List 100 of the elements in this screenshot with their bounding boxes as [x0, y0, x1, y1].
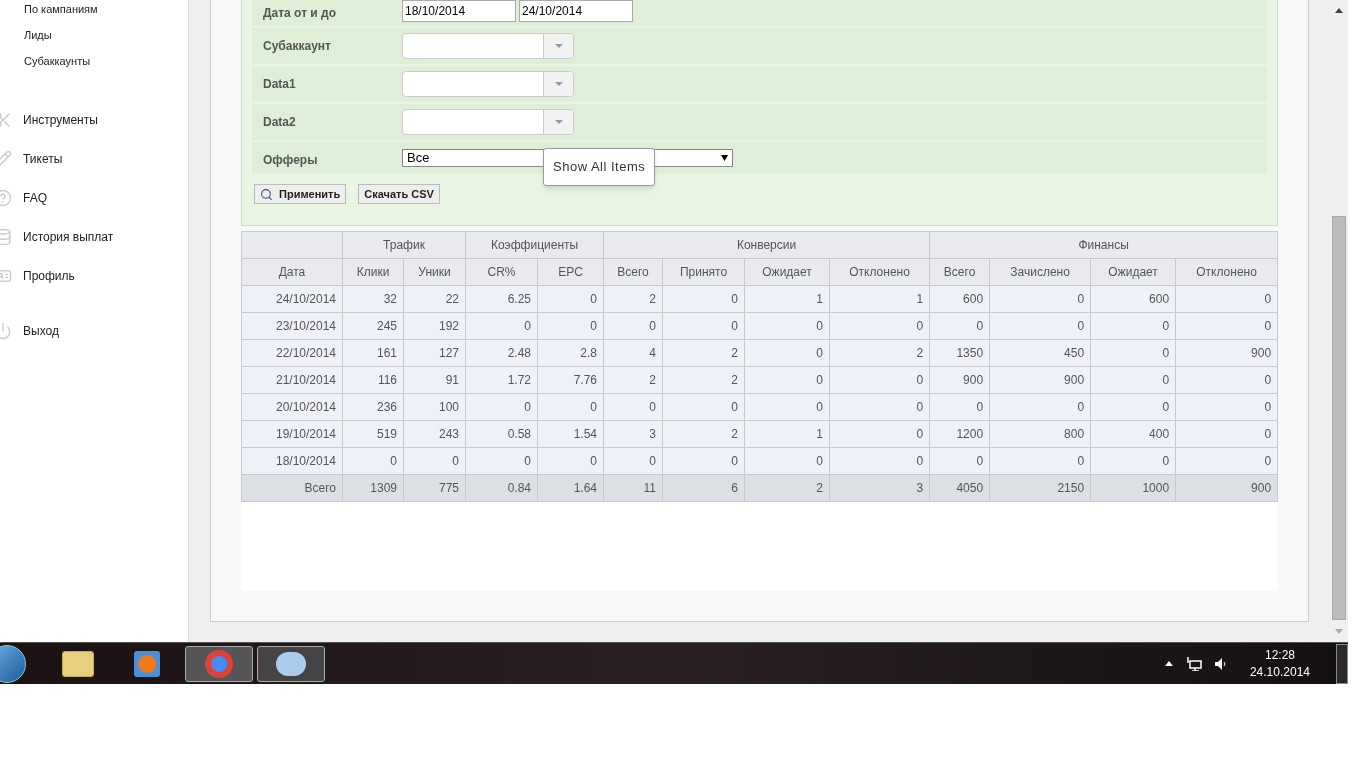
column-header: Дата — [241, 258, 343, 286]
table-cell: 22 — [403, 285, 466, 313]
table-cell: 800 — [989, 420, 1091, 448]
column-header: Отклонено — [1175, 258, 1278, 286]
table-cell: 0 — [989, 285, 1091, 313]
table-cell: 0 — [929, 393, 990, 421]
table-cell: 0 — [1090, 312, 1176, 340]
table-cell: 1 — [744, 420, 830, 448]
table-cell: 0.58 — [465, 420, 538, 448]
table-cell: 1200 — [929, 420, 990, 448]
table-cell: 0 — [537, 312, 604, 340]
total-cell: Всего — [241, 474, 343, 502]
column-header: EPC — [537, 258, 604, 286]
total-cell: 6 — [662, 474, 745, 502]
group-header: Финансы — [929, 231, 1278, 259]
table-cell: 0 — [744, 366, 830, 394]
table-cell: 24/10/2014 — [241, 285, 343, 313]
table-cell: 0 — [1175, 447, 1278, 475]
table-cell: 0 — [603, 393, 663, 421]
table-cell: 0 — [342, 447, 404, 475]
table-cell: 1 — [744, 285, 830, 313]
table-cell: 0 — [403, 447, 466, 475]
table-cell: 0 — [989, 447, 1091, 475]
table-cell: 0 — [537, 285, 604, 313]
table-cell: 1.54 — [537, 420, 604, 448]
table-cell: 236 — [342, 393, 404, 421]
total-cell: 1.64 — [537, 474, 604, 502]
table-cell: 0 — [1090, 339, 1176, 367]
total-cell: 0.84 — [465, 474, 538, 502]
table-cell: 243 — [403, 420, 466, 448]
table-cell: 600 — [929, 285, 990, 313]
table-cell: 0 — [1090, 366, 1176, 394]
table-cell: 600 — [1090, 285, 1176, 313]
table-cell: 0 — [829, 447, 930, 475]
total-cell: 2150 — [989, 474, 1091, 502]
filter-label: Субаккаунт — [262, 38, 332, 55]
table-cell: 116 — [342, 366, 404, 394]
table-cell: 1350 — [929, 339, 990, 367]
table-cell: 900 — [929, 366, 990, 394]
table-cell: 2 — [662, 339, 745, 367]
table-cell: 0 — [989, 312, 1091, 340]
table-cell: 0 — [537, 393, 604, 421]
table-cell: 192 — [403, 312, 466, 340]
total-cell: 900 — [1175, 474, 1278, 502]
table-cell: 0 — [744, 393, 830, 421]
table-cell: 900 — [989, 366, 1091, 394]
table-cell: 245 — [342, 312, 404, 340]
tooltip: Show All Items — [543, 148, 656, 186]
table-cell: 0 — [989, 393, 1091, 421]
table-cell: 1.72 — [465, 366, 538, 394]
table-cell: 0 — [1175, 393, 1278, 421]
filter-label: Data1 — [262, 76, 297, 93]
table-cell: 0 — [465, 312, 538, 340]
table-cell: 0 — [662, 312, 745, 340]
table-cell: 7.76 — [537, 366, 604, 394]
column-header: Клики — [342, 258, 404, 286]
table-cell: 0 — [465, 393, 538, 421]
table-cell: 2 — [603, 285, 663, 313]
column-header: Ожидает — [744, 258, 830, 286]
table-cell: 18/10/2014 — [241, 447, 343, 475]
table-cell: 0 — [929, 312, 990, 340]
group-header: Коэффициенты — [465, 231, 604, 259]
filter-label: Дата от и до — [262, 5, 338, 22]
table-cell: 450 — [989, 339, 1091, 367]
table-cell: 100 — [403, 393, 466, 421]
table-cell: 2.48 — [465, 339, 538, 367]
table-cell: 127 — [403, 339, 466, 367]
column-header: Принято — [662, 258, 745, 286]
table-cell: 0 — [829, 312, 930, 340]
table-cell: 2 — [662, 420, 745, 448]
table-cell: 0 — [1175, 285, 1278, 313]
total-cell: 1000 — [1090, 474, 1176, 502]
table-cell: 0 — [662, 285, 745, 313]
column-header: Отклонено — [829, 258, 930, 286]
column-header: Уники — [403, 258, 466, 286]
table-cell: 91 — [403, 366, 466, 394]
table-cell: 0 — [829, 420, 930, 448]
table-cell: 0 — [662, 393, 745, 421]
table-cell: 0 — [1175, 366, 1278, 394]
table-cell: 0 — [1090, 447, 1176, 475]
total-cell: 2 — [744, 474, 830, 502]
table-cell: 23/10/2014 — [241, 312, 343, 340]
table-cell: 1 — [829, 285, 930, 313]
filter-label: Офферы — [262, 152, 319, 169]
group-header: Конверсии — [603, 231, 930, 259]
table-cell: 0 — [744, 312, 830, 340]
column-header: CR% — [465, 258, 538, 286]
table-cell: 19/10/2014 — [241, 420, 343, 448]
total-cell: 1309 — [342, 474, 404, 502]
table-cell: 0 — [744, 339, 830, 367]
table-cell: 400 — [1090, 420, 1176, 448]
table-cell: 0 — [829, 393, 930, 421]
table-cell: 20/10/2014 — [241, 393, 343, 421]
table-cell: 2 — [829, 339, 930, 367]
filter-label: Data2 — [262, 114, 297, 131]
table-cell: 0 — [1090, 393, 1176, 421]
table-cell: 2 — [603, 366, 663, 394]
table-cell: 0 — [537, 447, 604, 475]
table-cell: 2 — [662, 366, 745, 394]
table-cell: 0 — [662, 447, 745, 475]
